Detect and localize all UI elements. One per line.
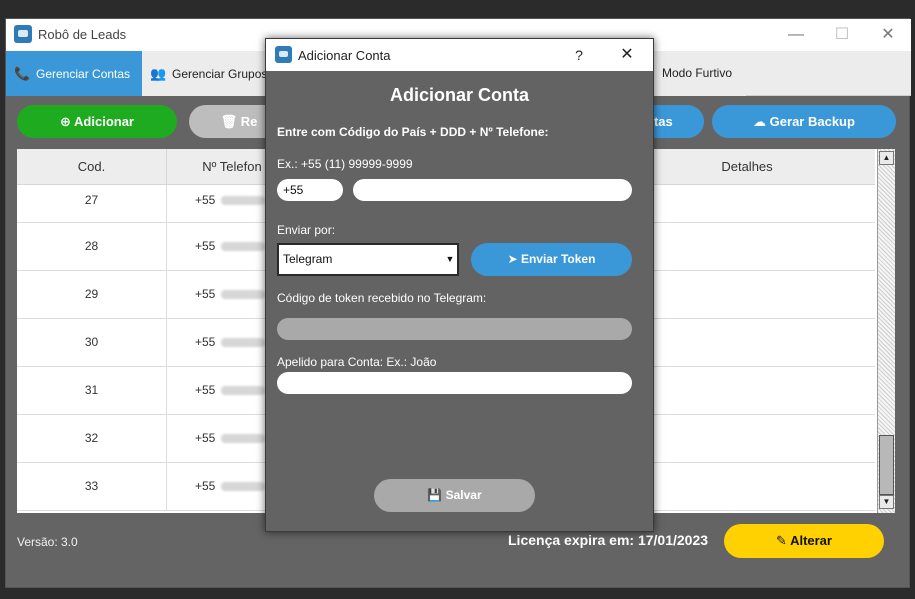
add-account-dialog: Adicionar Conta ? ✕ Adicionar Conta Entr… [265,38,654,532]
change-button[interactable]: ✎ Alterar [724,524,884,558]
scroll-down-arrow-icon[interactable]: ▼ [879,495,894,509]
send-token-button[interactable]: ➤ Enviar Token [471,243,632,276]
country-code-input[interactable] [277,179,343,201]
minimize-button[interactable]: — [773,19,819,51]
tab-label: Modo Furtivo [662,66,733,80]
tab-gerenciar-contas[interactable]: 📞 Gerenciar Contas [6,51,142,96]
license-expiry-label: Licença expira em: 17/01/2023 [508,532,709,548]
cell-cod: 29 [17,271,167,318]
add-button-label: Adicionar [74,114,134,129]
send-via-label: Enviar por: [277,223,336,237]
save-button-label: Salvar [445,488,482,502]
column-header-cod[interactable]: Cod. [17,149,167,185]
cell-cod: 28 [17,223,167,270]
blurred-number [221,196,266,206]
blurred-number [221,338,266,348]
blurred-number [221,434,266,444]
tab-label: Gerenciar Contas [36,67,131,81]
send-via-select[interactable]: Telegram ▼ [277,243,459,276]
chevron-down-icon: ▼ [445,254,455,264]
cell-cod: 31 [17,367,167,414]
help-button[interactable]: ? [566,43,592,67]
column-header-detalhes[interactable]: Detalhes [657,149,837,185]
token-input[interactable] [277,318,632,340]
save-button[interactable]: 💾 Salvar [374,479,535,512]
pencil-icon: ✎ [776,533,787,548]
tab-modo-furtivo[interactable]: Modo Furtivo [654,51,746,96]
close-button[interactable]: ✕ [865,19,911,51]
app-robot-icon [14,25,32,43]
dialog-title-bar: Adicionar Conta ? ✕ [266,39,653,71]
version-label: Versão: 3.0 [17,535,78,549]
blurred-number [221,242,266,252]
group-icon: 👥 [150,66,167,81]
cell-cod: 33 [17,463,167,510]
nickname-input[interactable] [277,372,632,394]
blurred-number [221,482,266,492]
blurred-number [221,290,266,300]
phone-icon: 📞 [14,66,31,81]
phone-instruction: Entre com Código do País + DDD + Nº Tele… [277,125,549,139]
send-token-label: Enviar Token [520,252,596,266]
trash-icon: 🗑 [220,114,238,129]
remove-button-label: Re [240,114,258,129]
send-via-selected: Telegram [283,252,333,266]
change-button-label: Alterar [790,533,832,548]
cell-cod: 32 [17,415,167,462]
cloud-upload-icon: ☁ [753,114,767,129]
paper-plane-icon: ➤ [507,252,518,266]
token-label: Código de token recebido no Telegram: [277,291,487,305]
cell-cod: 27 [17,185,167,222]
maximize-button[interactable]: ☐ [819,19,865,51]
vertical-scrollbar[interactable]: ▲ ▼ [877,149,895,513]
dialog-title: Adicionar Conta [298,48,391,63]
blurred-number [221,386,266,396]
app-title: Robô de Leads [38,27,127,42]
dialog-heading: Adicionar Conta [389,85,529,105]
cell-cod: 30 [17,319,167,366]
tab-label: Gerenciar Grupos [172,67,268,81]
add-button[interactable]: ⊕ Adicionar [17,105,177,138]
plus-circle-icon: ⊕ [59,114,71,129]
backup-button[interactable]: ☁ Gerar Backup [712,105,896,138]
phone-example: Ex.: +55 (11) 99999-9999 [277,157,413,171]
phone-number-input[interactable] [353,179,632,201]
dialog-robot-icon [275,46,292,63]
scroll-thumb[interactable] [879,435,894,495]
floppy-disk-icon: 💾 [427,488,443,502]
tab-gerenciar-grupos[interactable]: 👥 Gerenciar Grupos [142,51,272,96]
nickname-label: Apelido para Conta: Ex.: João [277,355,437,369]
dialog-close-button[interactable]: ✕ [614,43,640,67]
scroll-up-arrow-icon[interactable]: ▲ [879,151,894,165]
backup-button-label: Gerar Backup [769,114,855,129]
